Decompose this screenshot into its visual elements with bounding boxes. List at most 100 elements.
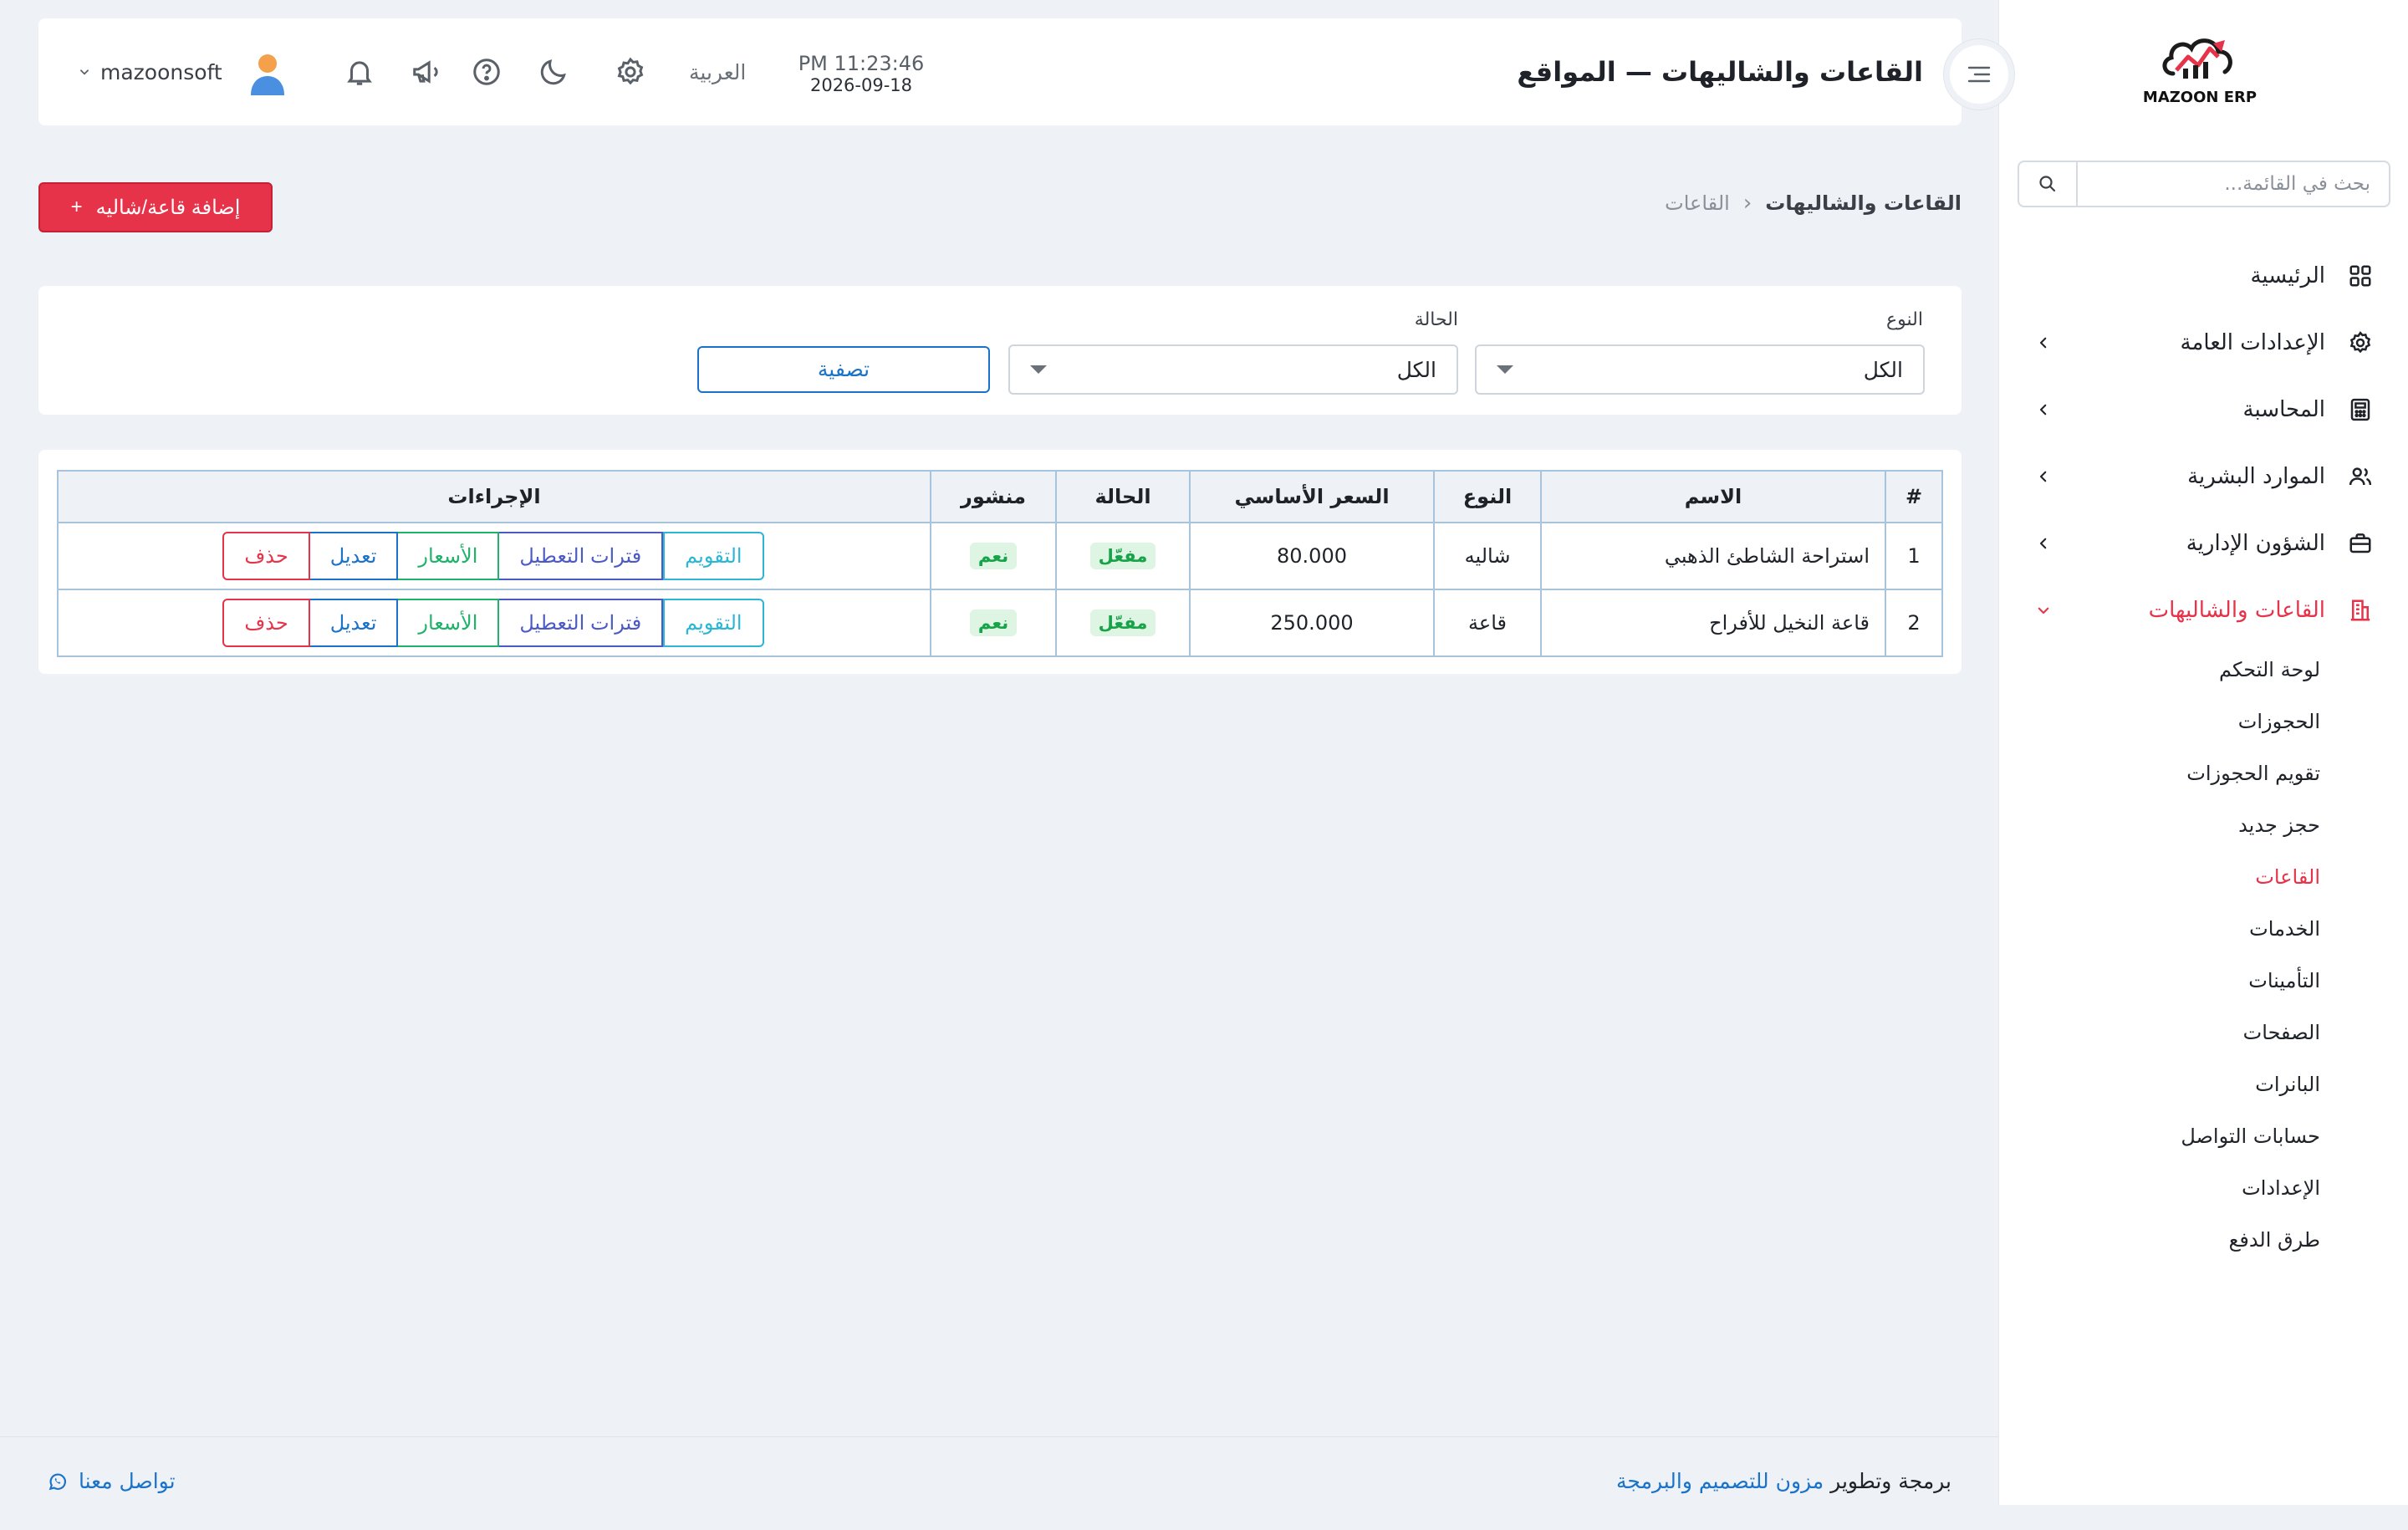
sidebar-item-label: الإعدادات العامة <box>2180 330 2325 355</box>
sidebar-item-label: الشؤون الإدارية <box>2186 531 2325 556</box>
status-filter-select[interactable]: الكل <box>1008 344 1458 395</box>
status-badge: مفعّل <box>1089 543 1156 569</box>
sidebar-item-label: الرئيسية <box>2250 263 2325 288</box>
sidebar-item-label: الموارد البشرية <box>2187 464 2325 489</box>
top-header: القاعات والشاليهات — المواقع PM 11:23:46… <box>38 18 2015 125</box>
sidebar-submenu-halls: لوحة التحكم الحجوزات تقويم الحجوزات حجز … <box>1999 644 2408 1266</box>
status-filter-label: الحالة <box>1414 309 1458 330</box>
cell-price: 80.000 <box>1189 522 1435 590</box>
plus-icon: + <box>70 196 83 218</box>
user-avatar[interactable] <box>247 52 288 95</box>
col-header-price: السعر الأساسي <box>1189 470 1435 523</box>
row-actions: التقويم فترات التعطيل الأسعار تعديل حذف <box>222 532 764 580</box>
submenu-item-bookings-calendar[interactable]: تقويم الحجوزات <box>1999 747 2320 799</box>
calendar-button[interactable]: التقويم <box>663 532 764 580</box>
filter-button[interactable]: تصفية <box>697 346 990 393</box>
sidebar-item-admin-affairs[interactable]: الشؤون الإدارية <box>1999 510 2408 577</box>
bell-icon[interactable] <box>343 55 376 89</box>
user-menu[interactable]: mazoonsoft <box>79 18 222 125</box>
halls-table-card: # الاسم النوع السعر الأساسي الحالة منشور… <box>38 450 1962 674</box>
menu-toggle-icon <box>1950 45 2008 104</box>
edit-button[interactable]: تعديل <box>308 532 399 580</box>
off-periods-button[interactable]: فترات التعطيل <box>497 532 664 580</box>
sidebar-menu: الرئيسية الإعدادات العامة المحاسبة الموا… <box>1999 242 2408 1266</box>
filter-card: النوع الكل الحالة الكل تصفية <box>38 286 1962 415</box>
type-filter-value: الكل <box>1863 357 1903 382</box>
contact-label: تواصل معنا <box>79 1469 176 1493</box>
chevron-left-icon <box>2031 536 2056 551</box>
settings-gear-icon[interactable] <box>614 55 647 89</box>
submenu-item-new-booking[interactable]: حجز جديد <box>1999 799 2320 851</box>
col-header-name: الاسم <box>1540 470 1886 523</box>
help-icon[interactable] <box>470 55 503 89</box>
cell-num: 1 <box>1885 522 1943 590</box>
table-header-row: # الاسم النوع السعر الأساسي الحالة منشور… <box>57 470 1943 523</box>
clock-date: 2026-09-18 <box>809 75 913 95</box>
submenu-item-deposits[interactable]: التأمينات <box>1999 955 2320 1007</box>
delete-button[interactable]: حذف <box>222 532 310 580</box>
cell-price: 250.000 <box>1189 589 1435 657</box>
caret-down-icon <box>1030 365 1047 374</box>
sidebar-item-label: القاعات والشاليهات <box>2148 598 2325 623</box>
header-clock: PM 11:23:46 2026-09-18 <box>794 52 928 95</box>
search-icon[interactable] <box>2019 162 2078 206</box>
megaphone-icon[interactable] <box>410 55 443 89</box>
add-button-label: إضافة قاعة/شاليه <box>95 196 241 219</box>
cell-status: مفعّل <box>1055 522 1191 590</box>
row-actions: التقويم فترات التعطيل الأسعار تعديل حذف <box>222 599 764 647</box>
building-icon <box>2344 594 2377 627</box>
submenu-item-pages[interactable]: الصفحات <box>1999 1007 2320 1058</box>
submenu-item-bookings[interactable]: الحجوزات <box>1999 696 2320 747</box>
status-filter-value: الكل <box>1396 357 1436 382</box>
contact-us-link[interactable]: تواصل معنا <box>47 1469 176 1493</box>
edit-button[interactable]: تعديل <box>308 599 399 647</box>
footer-credit: برمجة وتطوير مزون للتصميم والبرمجة <box>1616 1469 1951 1493</box>
credit-link[interactable]: مزون للتصميم والبرمجة <box>1616 1469 1824 1493</box>
dark-mode-moon-icon[interactable] <box>537 55 570 89</box>
delete-button[interactable]: حذف <box>222 599 310 647</box>
status-badge: مفعّل <box>1089 609 1156 636</box>
sidebar-item-hr[interactable]: الموارد البشرية <box>1999 443 2408 510</box>
cell-actions: التقويم فترات التعطيل الأسعار تعديل حذف <box>57 589 931 657</box>
calendar-button[interactable]: التقويم <box>663 599 764 647</box>
logo[interactable]: MAZOON ERP <box>2143 32 2257 115</box>
username: mazoonsoft <box>100 59 222 84</box>
sidebar-search-input[interactable] <box>2078 162 2389 206</box>
off-periods-button[interactable]: فترات التعطيل <box>497 599 664 647</box>
submenu-item-halls[interactable]: القاعات <box>1999 851 2320 903</box>
prices-button[interactable]: الأسعار <box>396 532 500 580</box>
col-header-num: # <box>1885 470 1943 523</box>
cell-status: مفعّل <box>1055 589 1191 657</box>
prices-button[interactable]: الأسعار <box>396 599 500 647</box>
chevron-left-icon <box>2031 402 2056 417</box>
logo-icon <box>2162 38 2232 79</box>
sidebar-toggle-button[interactable] <box>1943 38 2015 110</box>
credit-prefix: برمجة وتطوير <box>1830 1469 1951 1493</box>
breadcrumb-root[interactable]: القاعات والشاليهات <box>1765 191 1962 215</box>
type-filter-select[interactable]: الكل <box>1475 344 1925 395</box>
chevron-left-icon <box>2031 335 2056 350</box>
submenu-item-payment-methods[interactable]: طرق الدفع <box>1999 1214 2320 1266</box>
add-hall-button[interactable]: إضافة قاعة/شاليه + <box>38 182 273 232</box>
col-header-status: الحالة <box>1055 470 1191 523</box>
chevron-left-icon <box>2031 469 2056 484</box>
submenu-item-dashboard[interactable]: لوحة التحكم <box>1999 644 2320 696</box>
cell-num: 2 <box>1885 589 1943 657</box>
breadcrumb-current: القاعات <box>1665 191 1730 215</box>
col-header-published: منشور <box>930 470 1057 523</box>
submenu-item-banners[interactable]: البانرات <box>1999 1058 2320 1110</box>
sidebar-item-halls-chalets[interactable]: القاعات والشاليهات <box>1999 577 2408 644</box>
sidebar-item-home[interactable]: الرئيسية <box>1999 242 2408 309</box>
sidebar-item-general-settings[interactable]: الإعدادات العامة <box>1999 309 2408 376</box>
type-filter-label: النوع <box>1886 309 1923 330</box>
sidebar-item-accounting[interactable]: المحاسبة <box>1999 376 2408 443</box>
calculator-icon <box>2344 393 2377 426</box>
cell-name: استراحة الشاطئ الذهبي <box>1540 522 1886 590</box>
cell-type: قاعة <box>1433 589 1542 657</box>
submenu-item-services[interactable]: الخدمات <box>1999 903 2320 955</box>
submenu-item-settings[interactable]: الإعدادات <box>1999 1162 2320 1214</box>
language-switch[interactable]: العربية <box>689 18 746 125</box>
submenu-item-social-accounts[interactable]: حسابات التواصل <box>1999 1110 2320 1162</box>
gear-icon <box>2344 326 2377 360</box>
col-header-actions: الإجراءات <box>57 470 931 523</box>
